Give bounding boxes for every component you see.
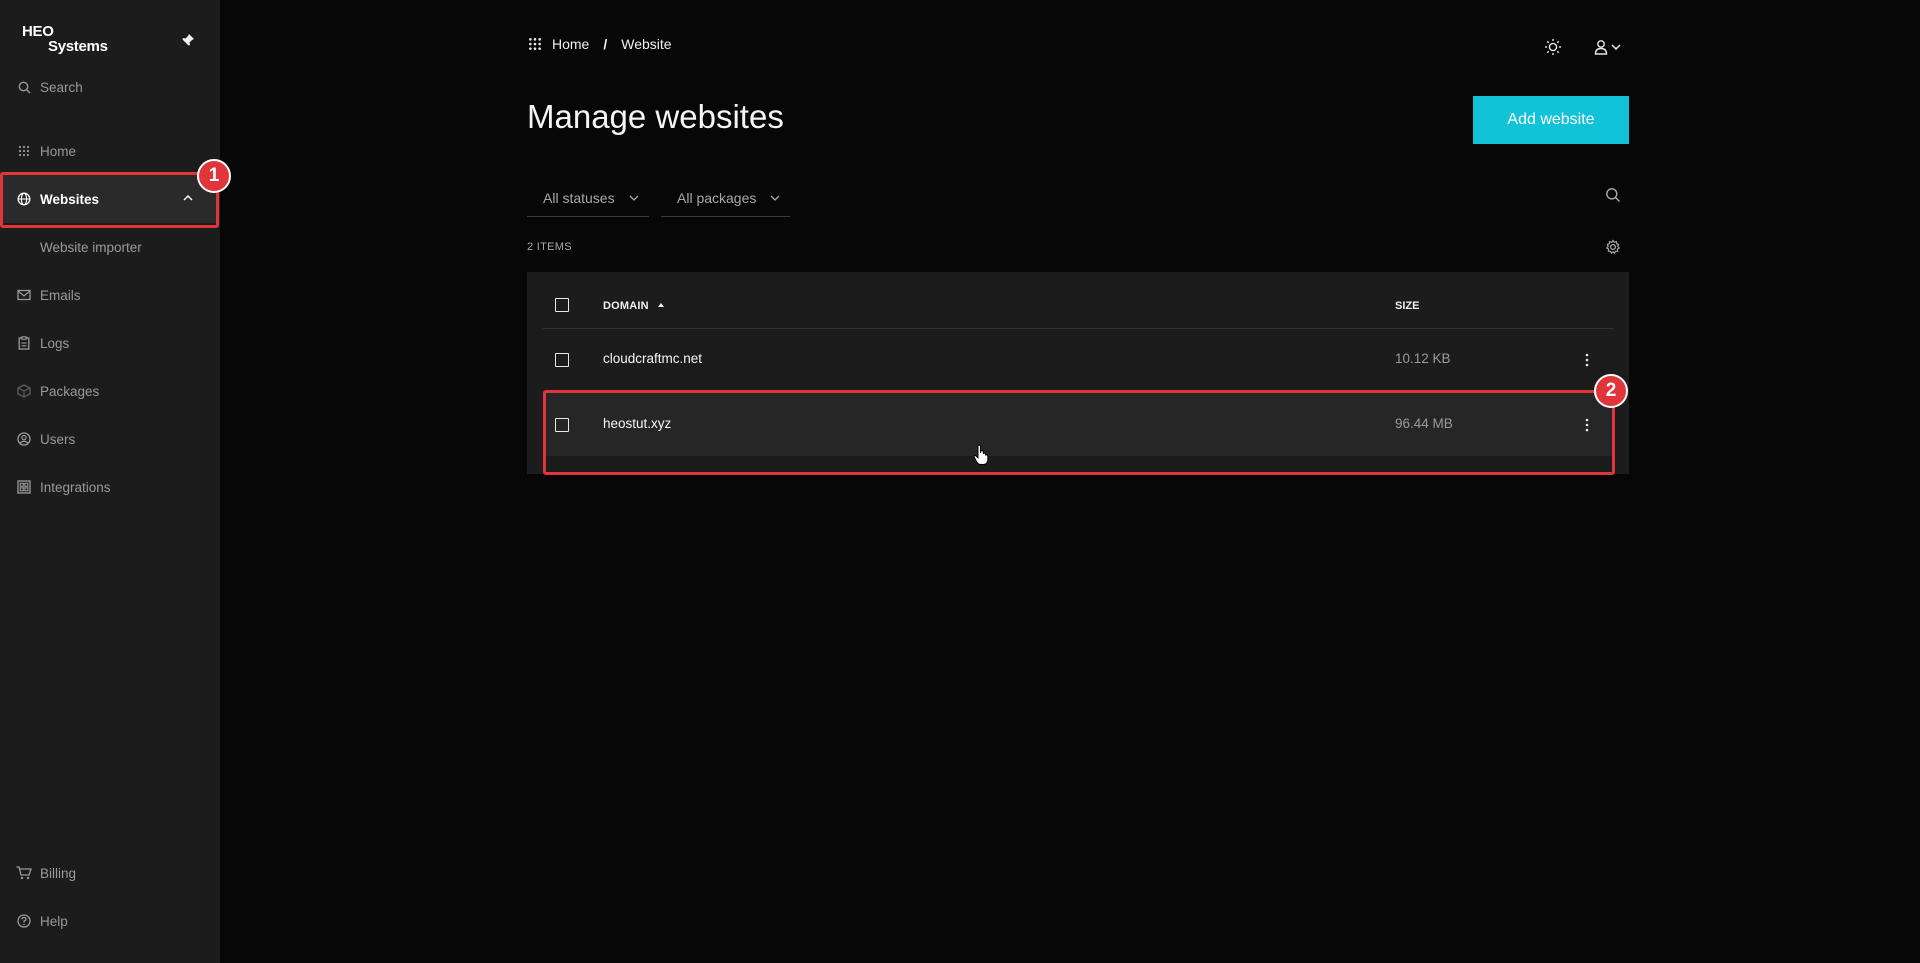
sidebar-item-website-importer[interactable]: Website importer: [0, 223, 220, 271]
packages-filter-dropdown[interactable]: All packages: [661, 180, 790, 217]
column-header-size[interactable]: SIZE: [1395, 300, 1419, 312]
chevron-down-icon: [770, 195, 780, 201]
chevron-down-icon: [629, 195, 639, 201]
mail-icon: [16, 287, 32, 303]
row-checkbox[interactable]: [555, 353, 569, 367]
user-menu-icon[interactable]: [1592, 38, 1626, 56]
column-header-domain-label: DOMAIN: [603, 300, 649, 312]
sidebar-search-label: Search: [40, 79, 83, 95]
row-domain[interactable]: cloudcraftmc.net: [603, 351, 702, 366]
items-count: 2 ITEMS: [527, 241, 572, 253]
sidebar-item-label: Users: [40, 431, 76, 447]
more-vertical-icon[interactable]: [1585, 352, 1589, 368]
user-circle-icon: [16, 431, 32, 447]
add-website-button[interactable]: Add website: [1473, 96, 1629, 144]
sidebar-item-packages[interactable]: Packages: [0, 367, 220, 415]
breadcrumb-home[interactable]: Home: [552, 36, 589, 52]
grid-icon: [16, 143, 32, 159]
packages-filter-label: All packages: [677, 190, 757, 206]
status-filter-label: All statuses: [543, 190, 615, 206]
sun-icon[interactable]: [1544, 38, 1562, 56]
sidebar-item-label: Logs: [40, 335, 70, 351]
help-icon: [16, 913, 32, 929]
sort-ascending-icon: [658, 303, 665, 307]
sidebar-item-label: Integrations: [40, 479, 111, 495]
table-row[interactable]: cloudcraftmc.net 10.12 KB: [543, 328, 1613, 392]
sidebar-item-label: Emails: [40, 287, 81, 303]
sidebar: HEO Systems Search Home Websites Website…: [0, 0, 231, 963]
brand-line2: Systems: [48, 38, 108, 55]
breadcrumb-current: Website: [621, 36, 672, 52]
search-icon[interactable]: [1605, 187, 1621, 203]
integrations-icon: [16, 479, 32, 495]
row-size: 10.12 KB: [1395, 351, 1451, 366]
breadcrumb: Home / Website: [528, 36, 672, 52]
sidebar-item-home[interactable]: Home: [0, 127, 220, 175]
table-header: DOMAIN SIZE: [543, 272, 1613, 329]
sidebar-item-label: Website importer: [40, 239, 142, 255]
annotation-box-1: [0, 172, 219, 228]
apps-grid-icon[interactable]: [528, 37, 542, 51]
sidebar-item-label: Billing: [40, 865, 77, 881]
hand-cursor-icon: [973, 444, 989, 465]
gear-icon[interactable]: [1605, 239, 1621, 255]
sidebar-search[interactable]: Search: [0, 63, 220, 111]
sidebar-item-label: Home: [40, 143, 77, 159]
sidebar-item-label: Help: [40, 913, 68, 929]
status-filter-dropdown[interactable]: All statuses: [527, 180, 649, 217]
sidebar-item-logs[interactable]: Logs: [0, 319, 220, 367]
sidebar-item-label: Packages: [40, 383, 100, 399]
annotation-badge-2: 2: [1594, 374, 1628, 408]
annotation-box-2: [543, 390, 1615, 475]
page-title: Manage websites: [527, 98, 784, 135]
select-all-checkbox[interactable]: [555, 298, 569, 312]
clipboard-icon: [16, 335, 32, 351]
sidebar-item-integrations[interactable]: Integrations: [0, 463, 220, 511]
annotation-badge-1: 1: [197, 159, 231, 193]
cart-icon: [16, 865, 32, 881]
sidebar-item-help[interactable]: Help: [0, 897, 220, 945]
pin-icon[interactable]: [180, 32, 196, 48]
sidebar-item-emails[interactable]: Emails: [0, 271, 220, 319]
sidebar-item-users[interactable]: Users: [0, 415, 220, 463]
search-icon: [16, 79, 32, 95]
brand-logo[interactable]: HEO Systems: [22, 24, 108, 54]
sidebar-item-billing[interactable]: Billing: [0, 849, 220, 897]
box-icon: [16, 383, 32, 399]
column-header-domain[interactable]: DOMAIN: [603, 300, 665, 312]
breadcrumb-separator: /: [603, 36, 608, 52]
